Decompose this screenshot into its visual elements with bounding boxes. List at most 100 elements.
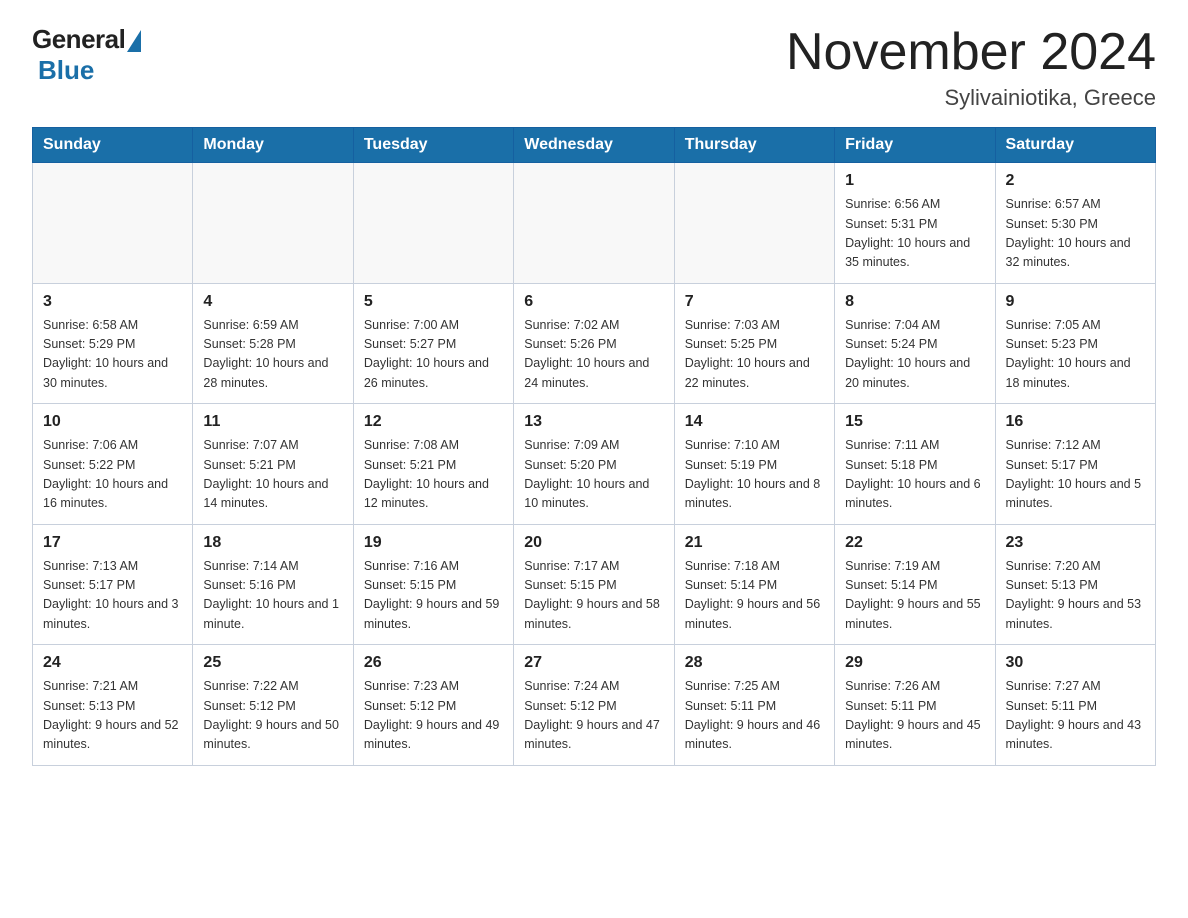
- calendar-day-cell: 14Sunrise: 7:10 AMSunset: 5:19 PMDayligh…: [674, 404, 834, 525]
- day-info: Sunrise: 7:05 AMSunset: 5:23 PMDaylight:…: [1006, 316, 1145, 394]
- day-number: 26: [364, 651, 503, 675]
- day-number: 16: [1006, 410, 1145, 434]
- day-info: Sunrise: 7:00 AMSunset: 5:27 PMDaylight:…: [364, 316, 503, 394]
- day-number: 12: [364, 410, 503, 434]
- day-number: 19: [364, 531, 503, 555]
- day-number: 9: [1006, 290, 1145, 314]
- day-number: 24: [43, 651, 182, 675]
- calendar-day-cell: 17Sunrise: 7:13 AMSunset: 5:17 PMDayligh…: [33, 524, 193, 645]
- logo-general-text: General: [32, 24, 125, 55]
- day-info: Sunrise: 6:59 AMSunset: 5:28 PMDaylight:…: [203, 316, 342, 394]
- calendar-day-cell: 15Sunrise: 7:11 AMSunset: 5:18 PMDayligh…: [835, 404, 995, 525]
- day-info: Sunrise: 7:24 AMSunset: 5:12 PMDaylight:…: [524, 677, 663, 755]
- calendar-header-thursday: Thursday: [674, 128, 834, 163]
- day-info: Sunrise: 7:10 AMSunset: 5:19 PMDaylight:…: [685, 436, 824, 514]
- calendar-day-cell: 3Sunrise: 6:58 AMSunset: 5:29 PMDaylight…: [33, 283, 193, 404]
- day-number: 1: [845, 169, 984, 193]
- calendar-day-cell: 8Sunrise: 7:04 AMSunset: 5:24 PMDaylight…: [835, 283, 995, 404]
- calendar-day-cell: 12Sunrise: 7:08 AMSunset: 5:21 PMDayligh…: [353, 404, 513, 525]
- logo: General Blue: [32, 24, 141, 86]
- day-info: Sunrise: 7:25 AMSunset: 5:11 PMDaylight:…: [685, 677, 824, 755]
- calendar-day-cell: 27Sunrise: 7:24 AMSunset: 5:12 PMDayligh…: [514, 645, 674, 766]
- day-number: 28: [685, 651, 824, 675]
- day-number: 25: [203, 651, 342, 675]
- day-number: 13: [524, 410, 663, 434]
- calendar-day-cell: 20Sunrise: 7:17 AMSunset: 5:15 PMDayligh…: [514, 524, 674, 645]
- day-info: Sunrise: 7:17 AMSunset: 5:15 PMDaylight:…: [524, 557, 663, 635]
- calendar-day-cell: 11Sunrise: 7:07 AMSunset: 5:21 PMDayligh…: [193, 404, 353, 525]
- calendar-day-cell: 18Sunrise: 7:14 AMSunset: 5:16 PMDayligh…: [193, 524, 353, 645]
- day-number: 6: [524, 290, 663, 314]
- day-info: Sunrise: 7:02 AMSunset: 5:26 PMDaylight:…: [524, 316, 663, 394]
- calendar-day-cell: 29Sunrise: 7:26 AMSunset: 5:11 PMDayligh…: [835, 645, 995, 766]
- logo-blue-text: Blue: [38, 55, 94, 85]
- day-number: 22: [845, 531, 984, 555]
- day-number: 29: [845, 651, 984, 675]
- day-number: 2: [1006, 169, 1145, 193]
- calendar-day-cell: 6Sunrise: 7:02 AMSunset: 5:26 PMDaylight…: [514, 283, 674, 404]
- day-info: Sunrise: 7:20 AMSunset: 5:13 PMDaylight:…: [1006, 557, 1145, 635]
- calendar-day-cell: 13Sunrise: 7:09 AMSunset: 5:20 PMDayligh…: [514, 404, 674, 525]
- day-number: 18: [203, 531, 342, 555]
- logo-triangle-icon: [127, 30, 141, 52]
- day-info: Sunrise: 6:57 AMSunset: 5:30 PMDaylight:…: [1006, 195, 1145, 273]
- calendar-day-cell: 26Sunrise: 7:23 AMSunset: 5:12 PMDayligh…: [353, 645, 513, 766]
- day-info: Sunrise: 7:04 AMSunset: 5:24 PMDaylight:…: [845, 316, 984, 394]
- day-number: 4: [203, 290, 342, 314]
- calendar-header-sunday: Sunday: [33, 128, 193, 163]
- calendar-header-saturday: Saturday: [995, 128, 1155, 163]
- calendar-day-cell: 28Sunrise: 7:25 AMSunset: 5:11 PMDayligh…: [674, 645, 834, 766]
- day-info: Sunrise: 7:08 AMSunset: 5:21 PMDaylight:…: [364, 436, 503, 514]
- calendar-week-row: 24Sunrise: 7:21 AMSunset: 5:13 PMDayligh…: [33, 645, 1156, 766]
- day-number: 8: [845, 290, 984, 314]
- day-info: Sunrise: 7:09 AMSunset: 5:20 PMDaylight:…: [524, 436, 663, 514]
- title-block: November 2024 Sylivainiotika, Greece: [786, 24, 1156, 111]
- day-number: 5: [364, 290, 503, 314]
- day-info: Sunrise: 7:22 AMSunset: 5:12 PMDaylight:…: [203, 677, 342, 755]
- day-info: Sunrise: 7:07 AMSunset: 5:21 PMDaylight:…: [203, 436, 342, 514]
- day-number: 23: [1006, 531, 1145, 555]
- day-info: Sunrise: 7:21 AMSunset: 5:13 PMDaylight:…: [43, 677, 182, 755]
- page-header: General Blue November 2024 Sylivainiotik…: [32, 24, 1156, 111]
- calendar-day-cell: 9Sunrise: 7:05 AMSunset: 5:23 PMDaylight…: [995, 283, 1155, 404]
- calendar-header-wednesday: Wednesday: [514, 128, 674, 163]
- calendar-day-cell: [33, 163, 193, 284]
- day-number: 21: [685, 531, 824, 555]
- day-info: Sunrise: 7:14 AMSunset: 5:16 PMDaylight:…: [203, 557, 342, 635]
- day-info: Sunrise: 7:13 AMSunset: 5:17 PMDaylight:…: [43, 557, 182, 635]
- calendar-header-tuesday: Tuesday: [353, 128, 513, 163]
- day-number: 3: [43, 290, 182, 314]
- day-info: Sunrise: 7:03 AMSunset: 5:25 PMDaylight:…: [685, 316, 824, 394]
- day-number: 20: [524, 531, 663, 555]
- calendar-day-cell: 21Sunrise: 7:18 AMSunset: 5:14 PMDayligh…: [674, 524, 834, 645]
- day-number: 11: [203, 410, 342, 434]
- day-info: Sunrise: 7:19 AMSunset: 5:14 PMDaylight:…: [845, 557, 984, 635]
- day-info: Sunrise: 7:11 AMSunset: 5:18 PMDaylight:…: [845, 436, 984, 514]
- calendar-day-cell: 23Sunrise: 7:20 AMSunset: 5:13 PMDayligh…: [995, 524, 1155, 645]
- calendar-day-cell: 19Sunrise: 7:16 AMSunset: 5:15 PMDayligh…: [353, 524, 513, 645]
- day-number: 14: [685, 410, 824, 434]
- day-number: 17: [43, 531, 182, 555]
- day-info: Sunrise: 7:06 AMSunset: 5:22 PMDaylight:…: [43, 436, 182, 514]
- day-number: 30: [1006, 651, 1145, 675]
- day-info: Sunrise: 7:23 AMSunset: 5:12 PMDaylight:…: [364, 677, 503, 755]
- calendar-day-cell: [353, 163, 513, 284]
- day-info: Sunrise: 7:18 AMSunset: 5:14 PMDaylight:…: [685, 557, 824, 635]
- calendar-day-cell: 24Sunrise: 7:21 AMSunset: 5:13 PMDayligh…: [33, 645, 193, 766]
- calendar-week-row: 17Sunrise: 7:13 AMSunset: 5:17 PMDayligh…: [33, 524, 1156, 645]
- calendar-day-cell: 5Sunrise: 7:00 AMSunset: 5:27 PMDaylight…: [353, 283, 513, 404]
- calendar-header-row: SundayMondayTuesdayWednesdayThursdayFrid…: [33, 128, 1156, 163]
- day-number: 27: [524, 651, 663, 675]
- calendar-day-cell: 16Sunrise: 7:12 AMSunset: 5:17 PMDayligh…: [995, 404, 1155, 525]
- calendar-header-friday: Friday: [835, 128, 995, 163]
- calendar-day-cell: 4Sunrise: 6:59 AMSunset: 5:28 PMDaylight…: [193, 283, 353, 404]
- calendar-day-cell: [674, 163, 834, 284]
- calendar-week-row: 1Sunrise: 6:56 AMSunset: 5:31 PMDaylight…: [33, 163, 1156, 284]
- calendar-day-cell: 30Sunrise: 7:27 AMSunset: 5:11 PMDayligh…: [995, 645, 1155, 766]
- day-info: Sunrise: 6:58 AMSunset: 5:29 PMDaylight:…: [43, 316, 182, 394]
- calendar-day-cell: [193, 163, 353, 284]
- day-info: Sunrise: 7:12 AMSunset: 5:17 PMDaylight:…: [1006, 436, 1145, 514]
- calendar-day-cell: [514, 163, 674, 284]
- calendar-header-monday: Monday: [193, 128, 353, 163]
- calendar-day-cell: 7Sunrise: 7:03 AMSunset: 5:25 PMDaylight…: [674, 283, 834, 404]
